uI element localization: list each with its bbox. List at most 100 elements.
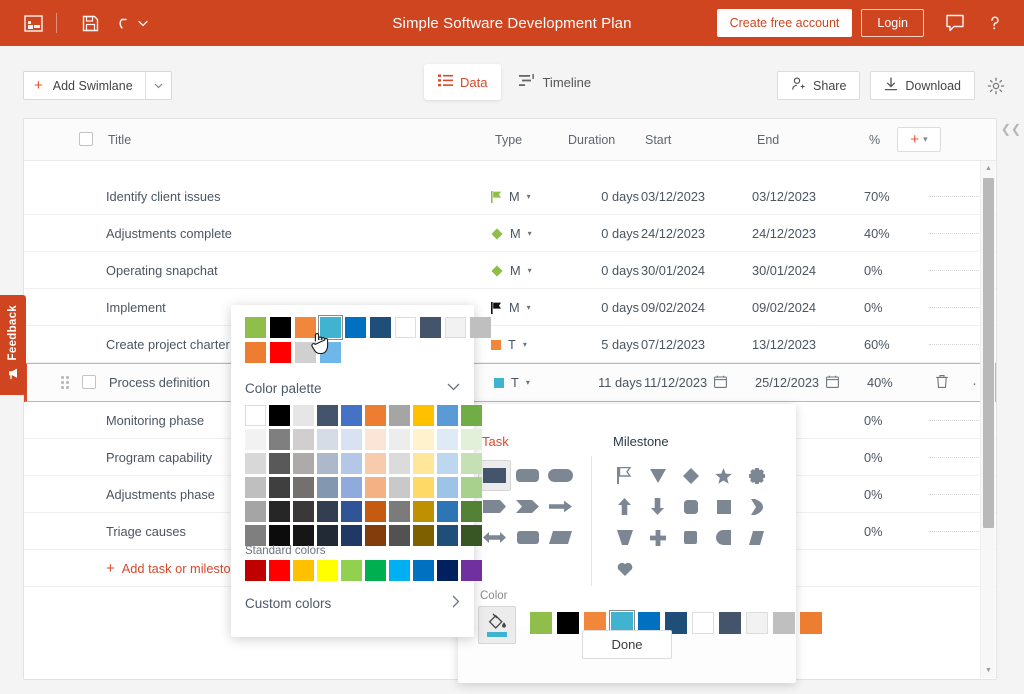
theme-swatch-1-0[interactable] [245, 429, 266, 450]
undo-icon[interactable] [115, 6, 135, 40]
custom-colors-section-toggle[interactable]: Custom colors [245, 595, 460, 611]
column-header-start[interactable]: Start [645, 133, 671, 147]
theme-swatch-0-6[interactable] [389, 405, 410, 426]
row-start[interactable]: 11/12/2023 [644, 364, 727, 401]
help-icon[interactable] [978, 6, 1012, 40]
row-percent[interactable]: 70% [864, 178, 890, 215]
milestone-shape-triangle-down[interactable] [641, 460, 674, 491]
row-type[interactable]: M▾ [491, 215, 551, 252]
standard-swatch-3[interactable] [317, 560, 338, 581]
theme-swatch-0-7[interactable] [413, 405, 434, 426]
standard-swatch-8[interactable] [437, 560, 458, 581]
milestone-shape-heart[interactable] [608, 553, 641, 584]
tab-data[interactable]: Data [424, 64, 501, 100]
theme-swatch-4-1[interactable] [269, 501, 290, 522]
row-title[interactable]: Adjustments phase [106, 476, 215, 513]
row-title[interactable]: Program capability [106, 439, 212, 476]
row-end[interactable]: 13/12/2023 [752, 326, 816, 363]
theme-swatch-1-4[interactable] [341, 429, 362, 450]
done-button[interactable]: Done [582, 630, 672, 659]
chat-icon[interactable] [938, 6, 972, 40]
save-icon[interactable] [73, 6, 107, 40]
trash-icon[interactable] [935, 374, 949, 392]
milestone-shape-half-circle[interactable] [707, 522, 740, 553]
row-title[interactable]: Operating snapchat [106, 252, 218, 289]
theme-swatch-0-4[interactable] [341, 405, 362, 426]
standard-swatch-4[interactable] [341, 560, 362, 581]
gantt-logo-icon[interactable] [16, 6, 50, 40]
theme-swatch-4-0[interactable] [245, 501, 266, 522]
milestone-shape-arrow-down[interactable] [641, 491, 674, 522]
theme-swatch-0-2[interactable] [293, 405, 314, 426]
standard-swatch-2[interactable] [293, 560, 314, 581]
theme-swatch-5-2[interactable] [293, 525, 314, 546]
row-start[interactable]: 09/02/2024 [641, 289, 705, 326]
row-type[interactable]: T▾ [491, 326, 551, 363]
milestone-shape-small-square[interactable] [674, 522, 707, 553]
row-title[interactable]: Create project charter [106, 326, 230, 363]
theme-swatch-3-9[interactable] [461, 477, 482, 498]
end-date-calendar-icon[interactable] [826, 375, 839, 391]
column-header-type[interactable]: Type [495, 133, 522, 147]
row-type[interactable]: T▾ [494, 364, 554, 401]
row-duration[interactable]: 0 days [569, 289, 639, 326]
theme-swatch-4-3[interactable] [317, 501, 338, 522]
theme-swatch-1-7[interactable] [413, 429, 434, 450]
recent-swatch-11[interactable] [270, 342, 291, 363]
recent-swatch-10[interactable] [245, 342, 266, 363]
row-drag-handle[interactable] [61, 376, 70, 389]
theme-swatch-4-8[interactable] [437, 501, 458, 522]
recent-swatch-5[interactable] [370, 317, 391, 338]
theme-swatch-5-8[interactable] [437, 525, 458, 546]
milestone-shape-gear[interactable] [740, 460, 773, 491]
feedback-tab[interactable]: Feedback [0, 295, 26, 395]
task-shape-chevron-right[interactable] [511, 491, 544, 522]
row-duration[interactable]: 0 days [569, 215, 639, 252]
theme-swatch-0-3[interactable] [317, 405, 338, 426]
row-duration[interactable]: 0 days [569, 178, 639, 215]
theme-swatch-0-5[interactable] [365, 405, 386, 426]
theme-swatch-2-6[interactable] [389, 453, 410, 474]
theme-swatch-5-4[interactable] [341, 525, 362, 546]
standard-swatch-7[interactable] [413, 560, 434, 581]
theme-swatch-2-0[interactable] [245, 453, 266, 474]
scrollbar-thumb[interactable] [983, 178, 994, 528]
theme-swatch-5-5[interactable] [365, 525, 386, 546]
scroll-up-arrow-icon[interactable]: ▲ [981, 161, 996, 176]
share-button[interactable]: Share [777, 71, 860, 100]
recent-swatch-13[interactable] [320, 342, 341, 363]
row-type[interactable]: M▾ [491, 252, 551, 289]
scroll-down-arrow-icon[interactable]: ▼ [981, 663, 996, 678]
create-free-account-button[interactable]: Create free account [717, 9, 853, 37]
row-percent[interactable]: 40% [867, 364, 893, 401]
theme-swatch-5-1[interactable] [269, 525, 290, 546]
add-swimlane-button[interactable]: + Add Swimlane [23, 71, 172, 100]
theme-swatch-3-7[interactable] [413, 477, 434, 498]
theme-swatch-1-5[interactable] [365, 429, 386, 450]
recent-swatch-6[interactable] [395, 317, 416, 338]
task-shape-rounded-rectangle[interactable] [511, 460, 544, 491]
theme-swatch-2-2[interactable] [293, 453, 314, 474]
task-shape-rounded-square[interactable] [511, 522, 544, 553]
standard-swatch-9[interactable] [461, 560, 482, 581]
table-row[interactable]: Create project charter T▾ 5 days 07/12/2… [24, 326, 996, 363]
row-title[interactable]: Implement [106, 289, 166, 326]
download-button[interactable]: Download [870, 71, 975, 100]
theme-swatch-4-9[interactable] [461, 501, 482, 522]
standard-swatch-5[interactable] [365, 560, 386, 581]
theme-swatch-4-2[interactable] [293, 501, 314, 522]
theme-swatch-1-2[interactable] [293, 429, 314, 450]
milestone-shape-half-moon-right[interactable] [740, 491, 773, 522]
task-shape-stadium[interactable] [544, 460, 577, 491]
table-row[interactable]: Identify client issues M▾ 0 days 03/12/2… [24, 178, 996, 215]
milestone-shape-plus-cross[interactable] [641, 522, 674, 553]
theme-swatch-5-0[interactable] [245, 525, 266, 546]
theme-swatch-4-4[interactable] [341, 501, 362, 522]
theme-swatch-4-7[interactable] [413, 501, 434, 522]
table-scrollbar[interactable]: ▲ ▼ [980, 161, 995, 678]
standard-swatch-0[interactable] [245, 560, 266, 581]
theme-swatch-5-6[interactable] [389, 525, 410, 546]
gear-icon[interactable] [985, 75, 1007, 97]
theme-swatch-4-5[interactable] [365, 501, 386, 522]
theme-swatch-2-8[interactable] [437, 453, 458, 474]
